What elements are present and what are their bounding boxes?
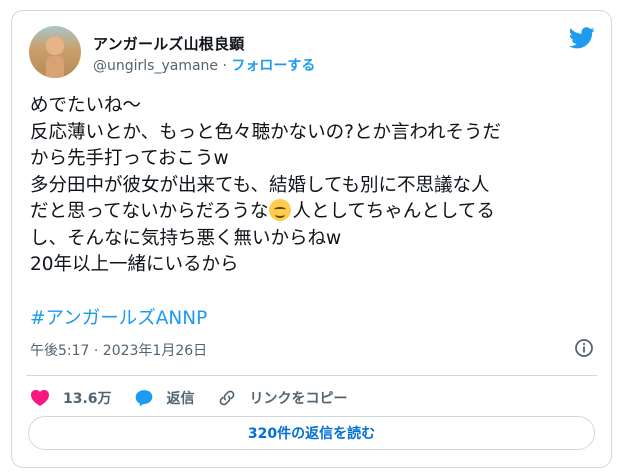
copy-link-button[interactable]: リンクをコピー: [217, 388, 348, 408]
link-icon: [219, 390, 234, 406]
divider: [26, 375, 597, 376]
twitter-bird-icon[interactable]: [569, 27, 595, 49]
hashtag-link[interactable]: #アンガールズANNP: [30, 304, 207, 330]
reply-label: 返信: [166, 391, 195, 407]
smiling-face-emoji: [269, 199, 292, 221]
heart-icon: [30, 389, 50, 406]
author-handle[interactable]: @ungirls_yamane: [93, 58, 218, 74]
separator: ·: [218, 58, 232, 74]
read-replies-button[interactable]: 320件の返信を読む: [28, 416, 595, 450]
follow-button[interactable]: フォローする: [231, 58, 315, 74]
reply-bubble-icon: [135, 390, 152, 407]
timestamp[interactable]: 午後5:17 · 2023年1月26日: [30, 340, 207, 360]
author-subline: @ungirls_yamane · フォローする: [93, 55, 315, 75]
like-button[interactable]: 13.6万: [30, 388, 112, 408]
info-icon[interactable]: [574, 338, 594, 358]
action-bar: 13.6万 返信 リンクをコピー: [30, 385, 370, 411]
reply-button[interactable]: 返信: [134, 388, 195, 408]
like-count: 13.6万: [63, 391, 112, 407]
tweet-text: めでたいね〜 反応薄いとか、もっと色々聴かないの?とか言われそうだ から先手打っ…: [30, 93, 605, 279]
tweet-card: アンガールズ山根良顕 @ungirls_yamane · フォローする めでたい…: [11, 10, 612, 468]
author-name[interactable]: アンガールズ山根良顕: [93, 33, 244, 54]
avatar[interactable]: [29, 26, 81, 78]
copy-link-label: リンクをコピー: [249, 391, 348, 407]
